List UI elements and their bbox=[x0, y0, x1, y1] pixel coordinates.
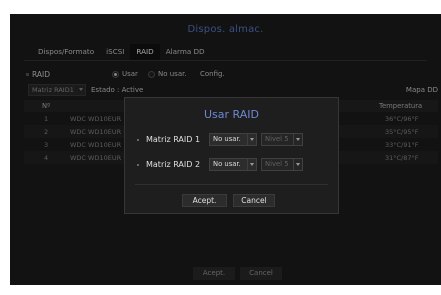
raid-matrix-1-level: Nivel 5 bbox=[265, 135, 289, 143]
raid-matrix-2-label: Matriz RAID 2 bbox=[146, 160, 201, 169]
chevron-down-icon bbox=[247, 134, 256, 145]
dialog-divider bbox=[135, 184, 328, 185]
raid-matrix-2-level-select: Nivel 5 bbox=[261, 158, 303, 171]
chevron-down-icon bbox=[293, 134, 302, 145]
raid-matrix-2-row: Matriz RAID 2 No usar. Nivel 5 bbox=[135, 158, 335, 172]
use-raid-dialog: Usar RAID Matriz RAID 1 No usar. Nivel 5… bbox=[124, 97, 339, 214]
dialog-title: Usar RAID bbox=[204, 108, 259, 121]
raid-matrix-1-level-select: Nivel 5 bbox=[261, 133, 303, 146]
raid-matrix-1-value: No usar. bbox=[213, 135, 241, 143]
raid-matrix-2-value: No usar. bbox=[213, 160, 241, 168]
bullet-icon bbox=[137, 139, 139, 141]
dialog-accept-button[interactable]: Acept. bbox=[182, 194, 227, 207]
bullet-icon bbox=[137, 164, 139, 166]
raid-matrix-1-select[interactable]: No usar. bbox=[209, 133, 257, 146]
raid-matrix-2-level: Nivel 5 bbox=[265, 160, 289, 168]
chevron-down-icon bbox=[293, 159, 302, 170]
raid-matrix-1-row: Matriz RAID 1 No usar. Nivel 5 bbox=[135, 133, 335, 147]
raid-matrix-1-label: Matriz RAID 1 bbox=[146, 135, 201, 144]
chevron-down-icon bbox=[247, 159, 256, 170]
dialog-cancel-button[interactable]: Cancel bbox=[233, 194, 275, 207]
raid-matrix-2-select[interactable]: No usar. bbox=[209, 158, 257, 171]
